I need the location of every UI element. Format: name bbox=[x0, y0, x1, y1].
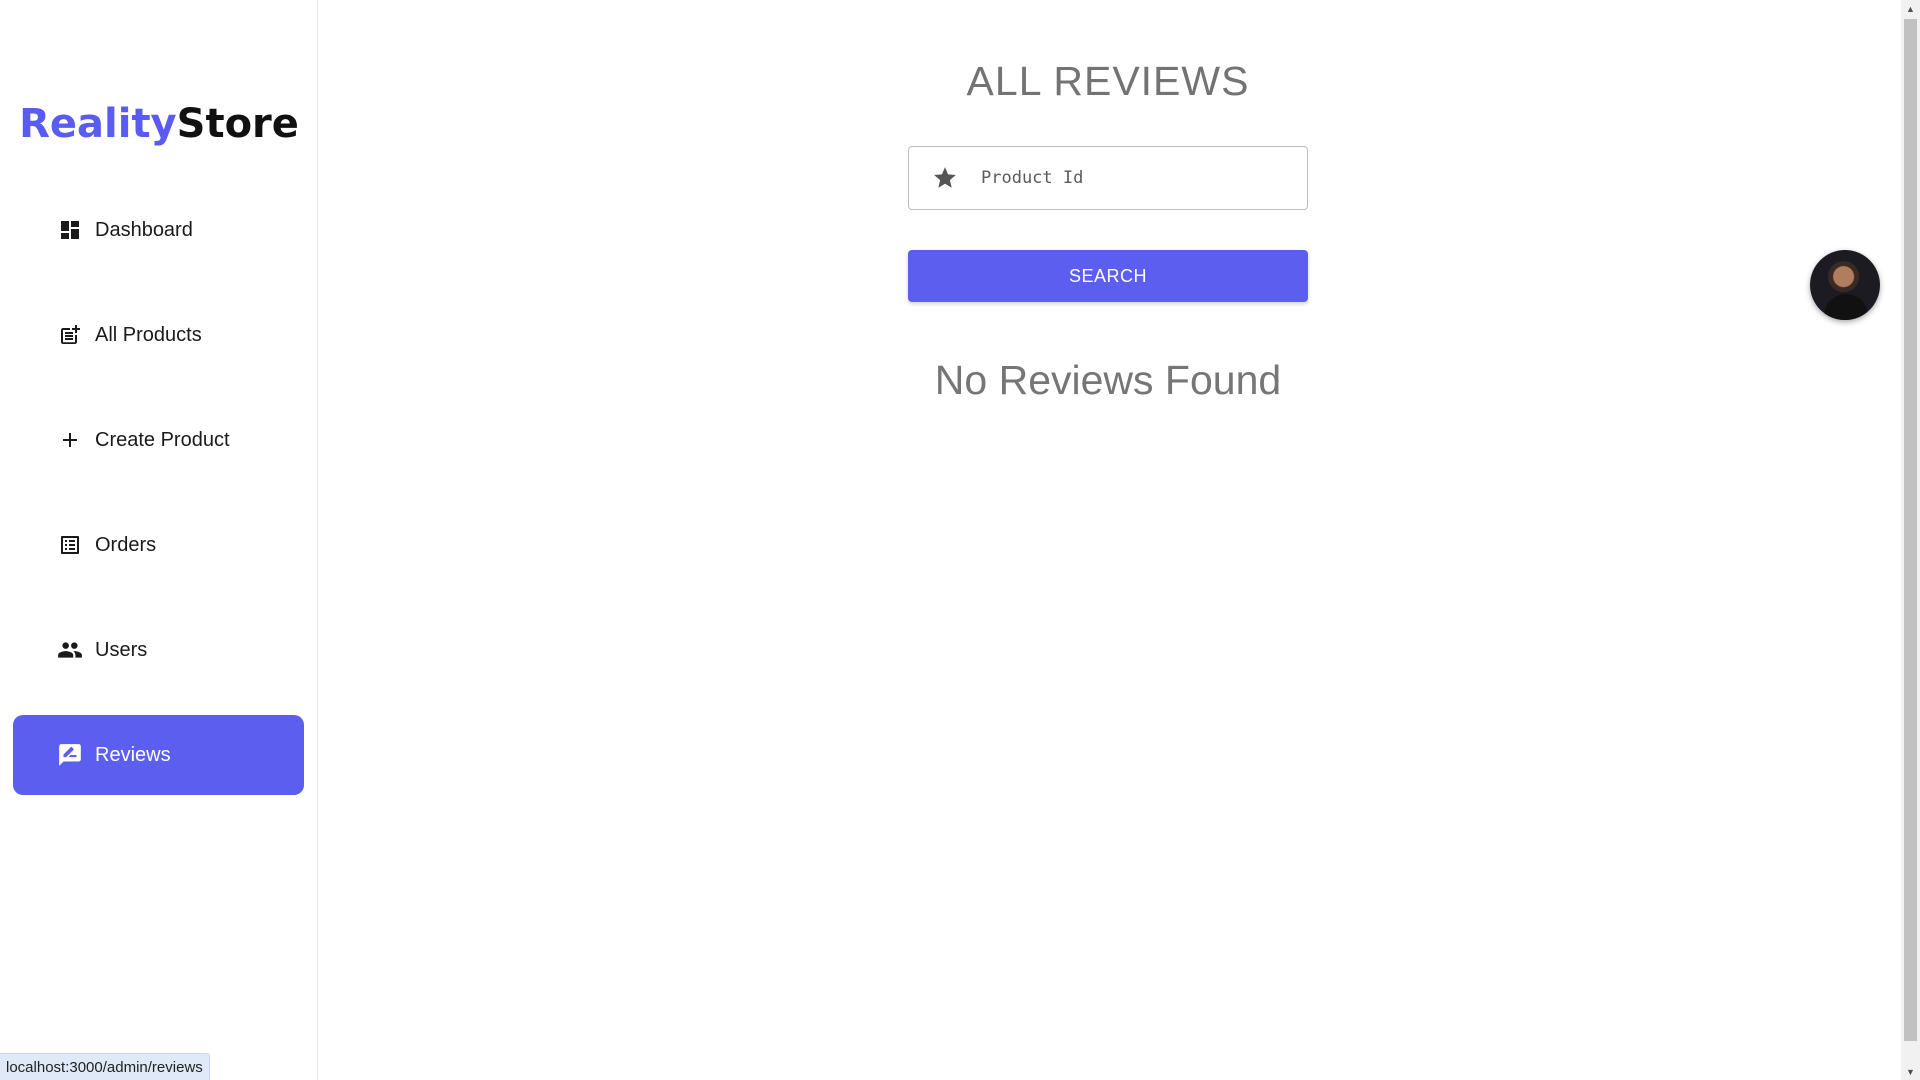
product-id-search-box[interactable] bbox=[908, 146, 1308, 210]
sidebar-item-label: All Products bbox=[95, 323, 202, 346]
brand-logo-part2: Store bbox=[176, 101, 299, 147]
sidebar-item-label: Users bbox=[95, 638, 148, 661]
product-id-input[interactable] bbox=[981, 168, 1281, 188]
search-button[interactable]: SEARCH bbox=[908, 250, 1308, 302]
scrollbar-thumb[interactable] bbox=[1904, 19, 1917, 1041]
avatar-figure bbox=[1824, 294, 1868, 320]
sidebar-item-label: Dashboard bbox=[95, 218, 193, 241]
scroll-up-arrow-icon[interactable]: ▲ bbox=[1901, 0, 1920, 17]
add-icon bbox=[57, 427, 83, 453]
people-icon bbox=[57, 637, 83, 663]
sidebar-item-label: Create Product bbox=[95, 428, 230, 451]
list-alt-icon bbox=[57, 532, 83, 558]
brand-logo[interactable]: RealityStore bbox=[0, 101, 318, 147]
user-avatar[interactable] bbox=[1810, 250, 1880, 320]
rate-review-icon bbox=[57, 742, 83, 768]
page-title: ALL REVIEWS bbox=[966, 58, 1250, 104]
sidebar-item-label: Reviews bbox=[95, 743, 171, 766]
brand-logo-part1: Reality bbox=[19, 101, 177, 147]
scroll-down-arrow-icon[interactable]: ▼ bbox=[1901, 1063, 1920, 1080]
sidebar-item-label: Orders bbox=[95, 533, 157, 556]
sidebar-item-all-products[interactable]: All Products bbox=[13, 295, 304, 375]
star-icon bbox=[931, 164, 959, 192]
empty-state-message: No Reviews Found bbox=[934, 357, 1282, 403]
vertical-scrollbar[interactable]: ▲ ▼ bbox=[1901, 0, 1920, 1080]
dashboard-icon bbox=[57, 217, 83, 243]
post-add-icon bbox=[57, 322, 83, 348]
sidebar-item-reviews[interactable]: Reviews bbox=[13, 715, 304, 795]
sidebar-item-dashboard[interactable]: Dashboard bbox=[13, 190, 304, 270]
sidebar-item-create-product[interactable]: Create Product bbox=[13, 400, 304, 480]
page: RealityStore Dashboard All Products Crea… bbox=[0, 0, 1920, 1080]
sidebar: RealityStore Dashboard All Products Crea… bbox=[0, 0, 318, 1080]
sidebar-item-users[interactable]: Users bbox=[13, 610, 304, 690]
browser-status-bar: localhost:3000/admin/reviews bbox=[0, 1053, 210, 1080]
sidebar-item-orders[interactable]: Orders bbox=[13, 505, 304, 585]
